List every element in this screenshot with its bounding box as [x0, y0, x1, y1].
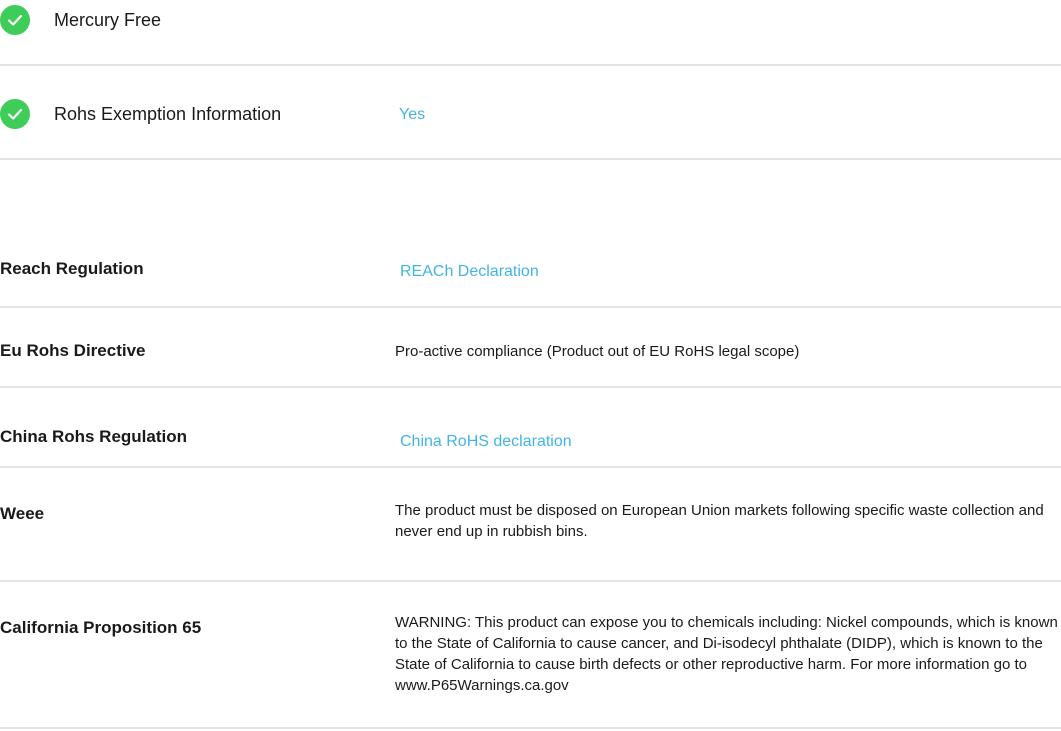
reg-value: The product must be disposed on European…	[395, 502, 1044, 540]
reg-label: Reach Regulation	[0, 259, 144, 278]
checkmark-icon	[0, 5, 30, 35]
checkmark-icon	[0, 99, 30, 129]
eu-rohs-directive-row: Eu Rohs Directive Pro-active compliance …	[0, 308, 1061, 388]
check-label: Rohs Exemption Information	[54, 104, 282, 124]
china-rohs-regulation-row: China Rohs Regulation China RoHS declara…	[0, 388, 1061, 468]
check-row-mercury-free: Mercury Free	[0, 0, 1061, 66]
reach-regulation-row: Reach Regulation REACh Declaration	[0, 228, 1061, 308]
reg-label: Eu Rohs Directive	[0, 341, 146, 360]
california-proposition-65-row: California Proposition 65 WARNING: This …	[0, 582, 1061, 729]
rohs-exemption-value-link[interactable]: Yes	[399, 106, 425, 124]
reg-value: Pro-active compliance (Product out of EU…	[395, 343, 800, 360]
reg-value: WARNING: This product can expose you to …	[395, 614, 1058, 694]
reg-label: Weee	[0, 504, 45, 523]
weee-row: Weee The product must be disposed on Eur…	[0, 468, 1061, 582]
china-rohs-declaration-link[interactable]: China RoHS declaration	[400, 433, 572, 451]
check-row-rohs-exemption: Rohs Exemption Information Yes	[0, 66, 1061, 160]
reg-label: China Rohs Regulation	[0, 427, 187, 446]
reg-label: California Proposition 65	[0, 618, 202, 637]
reach-declaration-link[interactable]: REACh Declaration	[400, 263, 539, 281]
check-label: Mercury Free	[54, 10, 162, 30]
